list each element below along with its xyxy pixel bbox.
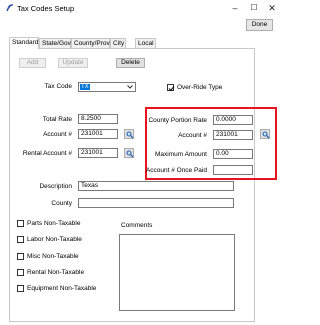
tab-city[interactable]: City	[110, 38, 126, 48]
account-once-paid-label: Account # Once Paid	[145, 167, 207, 174]
app-icon	[5, 3, 15, 13]
override-type-checkbox[interactable]	[167, 84, 175, 92]
description-label: Description	[39, 183, 72, 190]
misc-non-taxable-checkbox[interactable]	[17, 253, 24, 260]
rental-account-input[interactable]: 231001	[78, 148, 118, 158]
rental-account-lookup-button[interactable]	[124, 148, 134, 158]
equipment-non-taxable-checkbox[interactable]	[17, 285, 24, 292]
parts-non-taxable-label: Parts Non-Taxable	[27, 220, 81, 227]
account-input[interactable]: 231001	[78, 129, 118, 139]
tab-state-gov[interactable]: State/Gov	[39, 38, 71, 48]
tax-code-select[interactable]: TX	[78, 82, 136, 92]
rental-non-taxable-checkbox[interactable]	[17, 269, 24, 276]
delete-button[interactable]: Delete	[116, 58, 145, 68]
close-icon[interactable]: ✕	[266, 2, 278, 14]
chevron-down-icon	[126, 84, 134, 90]
labor-non-taxable-checkbox[interactable]	[17, 236, 24, 243]
title-bar: Tax Codes Setup – ☐ ✕	[0, 0, 284, 17]
tax-code-label: Tax Code	[44, 83, 72, 90]
labor-non-taxable-label: Labor Non-Taxable	[27, 236, 82, 243]
account-lookup-button[interactable]	[124, 129, 134, 139]
window-title: Tax Codes Setup	[17, 4, 75, 13]
total-rate-input[interactable]: 8.2500	[78, 114, 118, 124]
tax-code-value: TX	[80, 84, 90, 90]
add-button[interactable]: Add	[19, 58, 46, 68]
update-button[interactable]: Update	[58, 58, 88, 68]
county-portion-rate-label: County Portion Rate	[148, 117, 207, 124]
search-icon	[126, 131, 134, 139]
equipment-non-taxable-label: Equipment Non-Taxable	[27, 285, 97, 292]
maximum-amount-input[interactable]: 0.00	[213, 149, 253, 159]
misc-non-taxable-label: Misc Non-Taxable	[27, 253, 79, 260]
comments-textarea[interactable]	[119, 234, 235, 311]
search-icon	[262, 131, 270, 139]
search-icon	[126, 150, 134, 158]
account-label: Account #	[43, 131, 72, 138]
comments-label: Comments	[121, 222, 153, 229]
maximize-icon[interactable]: ☐	[248, 2, 260, 14]
county-account-lookup-button[interactable]	[260, 129, 270, 139]
done-button[interactable]: Done	[246, 19, 273, 31]
maximum-amount-label: Maximum Amount	[154, 151, 207, 158]
county-account-input[interactable]: 231001	[213, 130, 253, 140]
description-input[interactable]: Texas	[78, 181, 234, 191]
rental-non-taxable-label: Rental Non-Taxable	[27, 269, 85, 276]
parts-non-taxable-checkbox[interactable]	[17, 220, 24, 227]
account-once-paid-input[interactable]	[213, 165, 253, 175]
rental-account-label: Rental Account #	[22, 150, 72, 157]
county-account-label: Account #	[178, 132, 207, 139]
tab-local[interactable]: Local	[135, 38, 156, 48]
tab-county-prov[interactable]: County/Prov	[71, 38, 110, 48]
minimize-icon[interactable]: –	[229, 2, 241, 14]
county-portion-rate-input[interactable]: 0.0000	[213, 115, 253, 125]
override-type-label: Over-Ride Type	[177, 84, 223, 91]
county-input[interactable]	[78, 198, 234, 208]
county-label: County	[51, 200, 72, 207]
tab-standard[interactable]: Standard	[9, 37, 39, 49]
total-rate-label: Total Rate	[42, 116, 72, 123]
